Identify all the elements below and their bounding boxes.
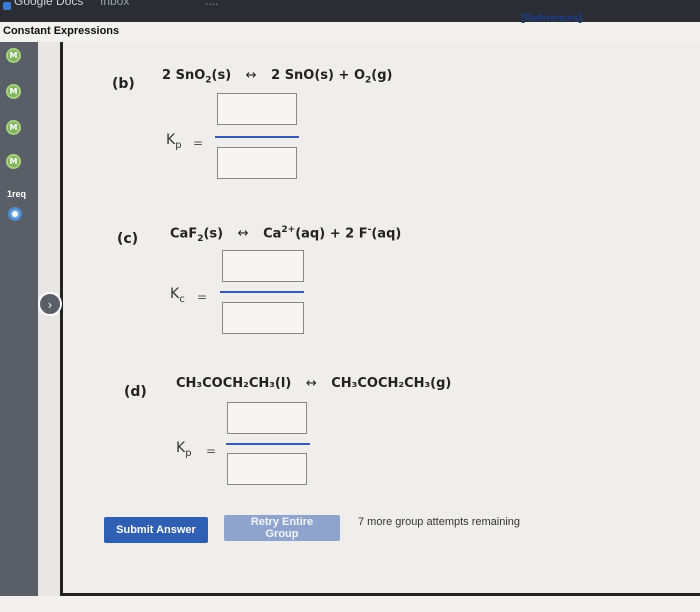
kp-label: Kp bbox=[166, 132, 182, 151]
question-nav-sidebar: M M M M 1req bbox=[0, 42, 38, 612]
mastery-badge-icon[interactable]: M bbox=[6, 120, 21, 135]
references-link[interactable]: [References] bbox=[521, 13, 582, 24]
req-label: 1req bbox=[7, 189, 27, 199]
chevron-right-icon[interactable]: › bbox=[38, 292, 62, 316]
browser-tab-inbox[interactable]: Inbox bbox=[100, 0, 129, 8]
kp-label: Kp bbox=[176, 440, 192, 459]
part-c-numerator-input[interactable] bbox=[222, 250, 304, 282]
current-question-icon[interactable] bbox=[8, 207, 22, 221]
docs-icon bbox=[3, 2, 11, 10]
part-b-label: (b) bbox=[112, 76, 135, 92]
part-c-denominator-input[interactable] bbox=[222, 302, 304, 334]
browser-tab-bar: Google Docs Inbox .... bbox=[0, 0, 700, 22]
fraction-bar bbox=[220, 291, 304, 293]
equals-sign: = bbox=[206, 444, 217, 458]
attempts-remaining-text: 7 more group attempts remaining bbox=[358, 516, 521, 528]
kc-label: Kc bbox=[170, 286, 185, 305]
page-title: Constant Expressions bbox=[3, 25, 120, 37]
part-c-label: (c) bbox=[117, 231, 139, 247]
equals-sign: = bbox=[193, 136, 204, 150]
question-header: Constant Expressions [References] bbox=[0, 13, 700, 42]
part-b-numerator-input[interactable] bbox=[217, 93, 297, 125]
part-c-equation: CaF2(s) ↔ Ca2+(aq) + 2 F-(aq) bbox=[170, 225, 402, 244]
equals-sign: = bbox=[197, 290, 208, 304]
browser-tab-google-docs[interactable]: Google Docs bbox=[14, 0, 83, 8]
part-b-equation: 2 SnO2(s) ↔ 2 SnO(s) + O2(g) bbox=[162, 68, 393, 86]
browser-tab-other[interactable]: .... bbox=[205, 0, 218, 8]
submit-answer-button[interactable]: Submit Answer bbox=[104, 517, 208, 543]
fraction-bar bbox=[226, 443, 310, 445]
mastery-badge-icon[interactable]: M bbox=[6, 84, 21, 99]
part-d-label: (d) bbox=[124, 384, 147, 400]
footer-strip bbox=[0, 596, 700, 612]
question-content bbox=[63, 42, 700, 593]
mastery-badge-icon[interactable]: M bbox=[6, 154, 21, 169]
part-b-denominator-input[interactable] bbox=[217, 147, 297, 179]
part-d-equation: CH₃COCH₂CH₃(l) ↔ CH₃COCH₂CH₃(g) bbox=[176, 376, 452, 391]
retry-group-button[interactable]: Retry Entire Group bbox=[224, 515, 340, 541]
part-d-numerator-input[interactable] bbox=[227, 402, 307, 434]
fraction-bar bbox=[215, 136, 299, 138]
part-d-denominator-input[interactable] bbox=[227, 453, 307, 485]
mastery-badge-icon[interactable]: M bbox=[6, 48, 21, 63]
